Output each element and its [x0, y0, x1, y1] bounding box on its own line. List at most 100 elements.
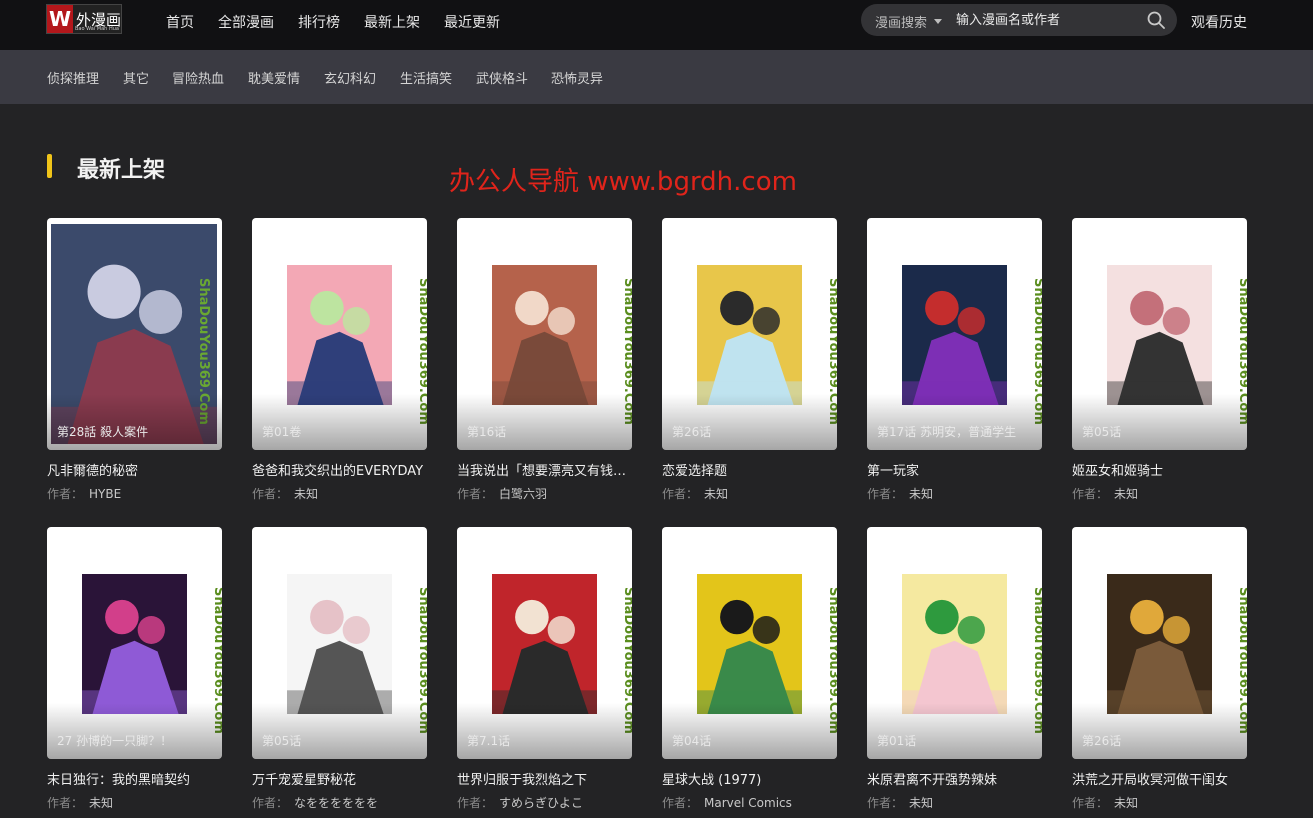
- author-name[interactable]: なをををををを: [294, 796, 378, 810]
- author-name[interactable]: 未知: [909, 487, 933, 501]
- nav-home[interactable]: 首页: [166, 12, 194, 32]
- author-label: 作者：: [47, 487, 84, 501]
- comic-cover[interactable]: ShaDouYou369.Com 第17话 苏明安，普通学生: [867, 218, 1042, 450]
- author-name[interactable]: 未知: [294, 487, 318, 501]
- author-name[interactable]: 未知: [1114, 487, 1138, 501]
- category-adventure[interactable]: 冒险热血: [172, 68, 224, 87]
- latest-chapter[interactable]: 第17话 苏明安，普通学生: [877, 423, 1016, 440]
- comic-title[interactable]: 姬巫女和姬骑士: [1072, 460, 1247, 479]
- comic-cover[interactable]: ShaDouYou369.Com 第01卷: [252, 218, 427, 450]
- category-martial-arts[interactable]: 武侠格斗: [476, 68, 528, 87]
- comic-cover[interactable]: ShaDouYou369.Com 27 孙博的一只脚？！: [47, 527, 222, 759]
- latest-chapter[interactable]: 第05话: [1082, 423, 1121, 440]
- comic-title[interactable]: 当我说出「想要漂亮又有钱的女友」: [457, 460, 632, 479]
- author-name[interactable]: 未知: [1114, 796, 1138, 810]
- comic-cover[interactable]: ShaDouYou369.Com 第05话: [1072, 218, 1247, 450]
- comic-card[interactable]: ShaDouYou369.Com 第26话恋爱选择题作者： 未知: [662, 218, 837, 508]
- comic-title[interactable]: 世界归服于我烈焰之下: [457, 769, 632, 788]
- category-comedy[interactable]: 生活搞笑: [400, 68, 452, 87]
- promo-banner-text[interactable]: 办公人导航 www.bgrdh.com: [449, 161, 797, 198]
- comic-title[interactable]: 第一玩家: [867, 460, 1042, 479]
- author-name[interactable]: 未知: [89, 796, 113, 810]
- comic-title[interactable]: 凡非爾德的秘密: [47, 460, 222, 479]
- comic-card[interactable]: ShaDouYou369.Com 第04话 星球大战 (1977) 作者： Marvel…: [662, 527, 837, 817]
- comic-card[interactable]: ShaDouYou369.Com 第05话万千宠爱星野秘花作者： なをををををを: [252, 527, 427, 817]
- category-romance[interactable]: 耽美爱情: [248, 68, 300, 87]
- author-name[interactable]: Marvel Comics: [704, 796, 792, 810]
- author-name[interactable]: 白鹭六羽: [499, 487, 547, 501]
- comic-card[interactable]: ShaDouYou369.Com第16话当我说出「想要漂亮又有钱的女友」作者： 白…: [457, 218, 632, 508]
- nav-new-releases[interactable]: 最新上架: [364, 12, 420, 32]
- comic-title[interactable]: 恋爱选择题: [662, 460, 837, 479]
- comic-title[interactable]: 星球大战 (1977): [662, 769, 837, 788]
- latest-chapter[interactable]: 第01卷: [262, 423, 301, 440]
- latest-chapter[interactable]: 27 孙博的一只脚？！: [57, 732, 172, 749]
- section-accent-bar: [47, 154, 52, 178]
- comic-card[interactable]: ShaDouYou369.Com 第28話 殺人案件凡非爾德的秘密作者： HYBE: [47, 218, 222, 508]
- comic-card[interactable]: ShaDouYou369.Com 第17话 苏明安，普通学生 第一玩家 作者： 未知: [867, 218, 1042, 508]
- author-name[interactable]: HYBE: [89, 487, 121, 501]
- comic-cover[interactable]: ShaDouYou369.Com 第7.1话: [457, 527, 632, 759]
- comic-cover[interactable]: ShaDouYou369.Com 第04话: [662, 527, 837, 759]
- comic-title[interactable]: 爸爸和我交织出的EVERYDAY: [252, 460, 427, 479]
- comic-card[interactable]: ShaDouYou369.Com 第05话姬巫女和姬骑士作者： 未知: [1072, 218, 1247, 508]
- comic-author: 作者： 未知: [47, 794, 113, 811]
- category-fantasy-scifi[interactable]: 玄幻科幻: [324, 68, 376, 87]
- logo-mark: W: [47, 5, 73, 33]
- nav-ranking[interactable]: 排行榜: [298, 12, 340, 32]
- watch-history-link[interactable]: 观看历史: [1191, 12, 1247, 32]
- comic-author: 作者： 白鹭六羽: [457, 485, 547, 502]
- cover-gradient: [252, 394, 427, 450]
- comic-card[interactable]: ShaDouYou369.Com 27 孙博的一只脚？！ 末日独行：我的黑暗契约 作者…: [47, 527, 222, 817]
- author-label: 作者：: [252, 796, 289, 810]
- cover-gradient: [1072, 394, 1247, 450]
- author-label: 作者：: [457, 796, 494, 810]
- latest-chapter[interactable]: 第26话: [672, 423, 711, 440]
- latest-chapter[interactable]: 第05话: [262, 732, 301, 749]
- latest-chapter[interactable]: 第26话: [1082, 732, 1121, 749]
- comic-cover[interactable]: ShaDouYou369.Com 第16话: [457, 218, 632, 450]
- cover-gradient: [457, 394, 632, 450]
- comic-cover[interactable]: ShaDouYou369.Com 第28話 殺人案件: [47, 218, 222, 450]
- search-icon[interactable]: [1147, 11, 1165, 29]
- comic-title[interactable]: 米原君离不开强势辣妹: [867, 769, 1042, 788]
- nav-recent-updates[interactable]: 最近更新: [444, 12, 500, 32]
- author-label: 作者：: [1072, 487, 1109, 501]
- latest-chapter[interactable]: 第16话: [467, 423, 506, 440]
- author-name[interactable]: すめらぎひよこ: [499, 796, 583, 810]
- author-name[interactable]: 未知: [909, 796, 933, 810]
- category-horror[interactable]: 恐怖灵异: [551, 68, 603, 87]
- comic-author: 作者： 未知: [662, 485, 728, 502]
- chevron-down-icon[interactable]: [934, 19, 942, 24]
- comic-cover[interactable]: ShaDouYou369.Com 第01话: [867, 527, 1042, 759]
- search-input[interactable]: [956, 10, 1136, 30]
- cover-artwork: [287, 574, 392, 714]
- comic-card[interactable]: ShaDouYou369.Com 第26话 洪荒之开局收冥河做干闺女 作者： 未知: [1072, 527, 1247, 817]
- search-scope-dropdown[interactable]: 漫画搜索: [875, 12, 927, 31]
- comic-cover[interactable]: ShaDouYou369.Com 第26话: [662, 218, 837, 450]
- comic-title[interactable]: 末日独行：我的黑暗契约: [47, 769, 222, 788]
- latest-chapter[interactable]: 第28話 殺人案件: [57, 423, 148, 440]
- comic-card[interactable]: ShaDouYou369.Com 第01卷爸爸和我交织出的EVERYDAY 作者： 未…: [252, 218, 427, 508]
- comic-card[interactable]: ShaDouYou369.Com 第7.1话世界归服于我烈焰之下作者： すめらぎひよ…: [457, 527, 632, 817]
- comic-title[interactable]: 万千宠爱星野秘花: [252, 769, 427, 788]
- latest-chapter[interactable]: 第04话: [672, 732, 711, 749]
- category-other[interactable]: 其它: [123, 68, 149, 87]
- cover-artwork: [492, 574, 597, 714]
- comic-cover[interactable]: ShaDouYou369.Com 第05话: [252, 527, 427, 759]
- author-name[interactable]: 未知: [704, 487, 728, 501]
- author-label: 作者：: [867, 796, 904, 810]
- category-detective[interactable]: 侦探推理: [47, 68, 99, 87]
- comic-title[interactable]: 洪荒之开局收冥河做干闺女: [1072, 769, 1247, 788]
- comic-card[interactable]: ShaDouYou369.Com 第01话米原君离不开强势辣妹作者： 未知: [867, 527, 1042, 817]
- site-logo[interactable]: W 外漫画 Bao Wai Man Hua: [46, 4, 122, 34]
- latest-chapter[interactable]: 第7.1话: [467, 732, 510, 749]
- author-label: 作者：: [662, 487, 699, 501]
- latest-chapter[interactable]: 第01话: [877, 732, 916, 749]
- nav-all-comics[interactable]: 全部漫画: [218, 12, 274, 32]
- cover-artwork: [82, 574, 187, 714]
- comic-author: 作者： 未知: [1072, 485, 1138, 502]
- comic-cover[interactable]: ShaDouYou369.Com 第26话: [1072, 527, 1247, 759]
- cover-artwork: [902, 265, 1007, 405]
- author-label: 作者：: [252, 487, 289, 501]
